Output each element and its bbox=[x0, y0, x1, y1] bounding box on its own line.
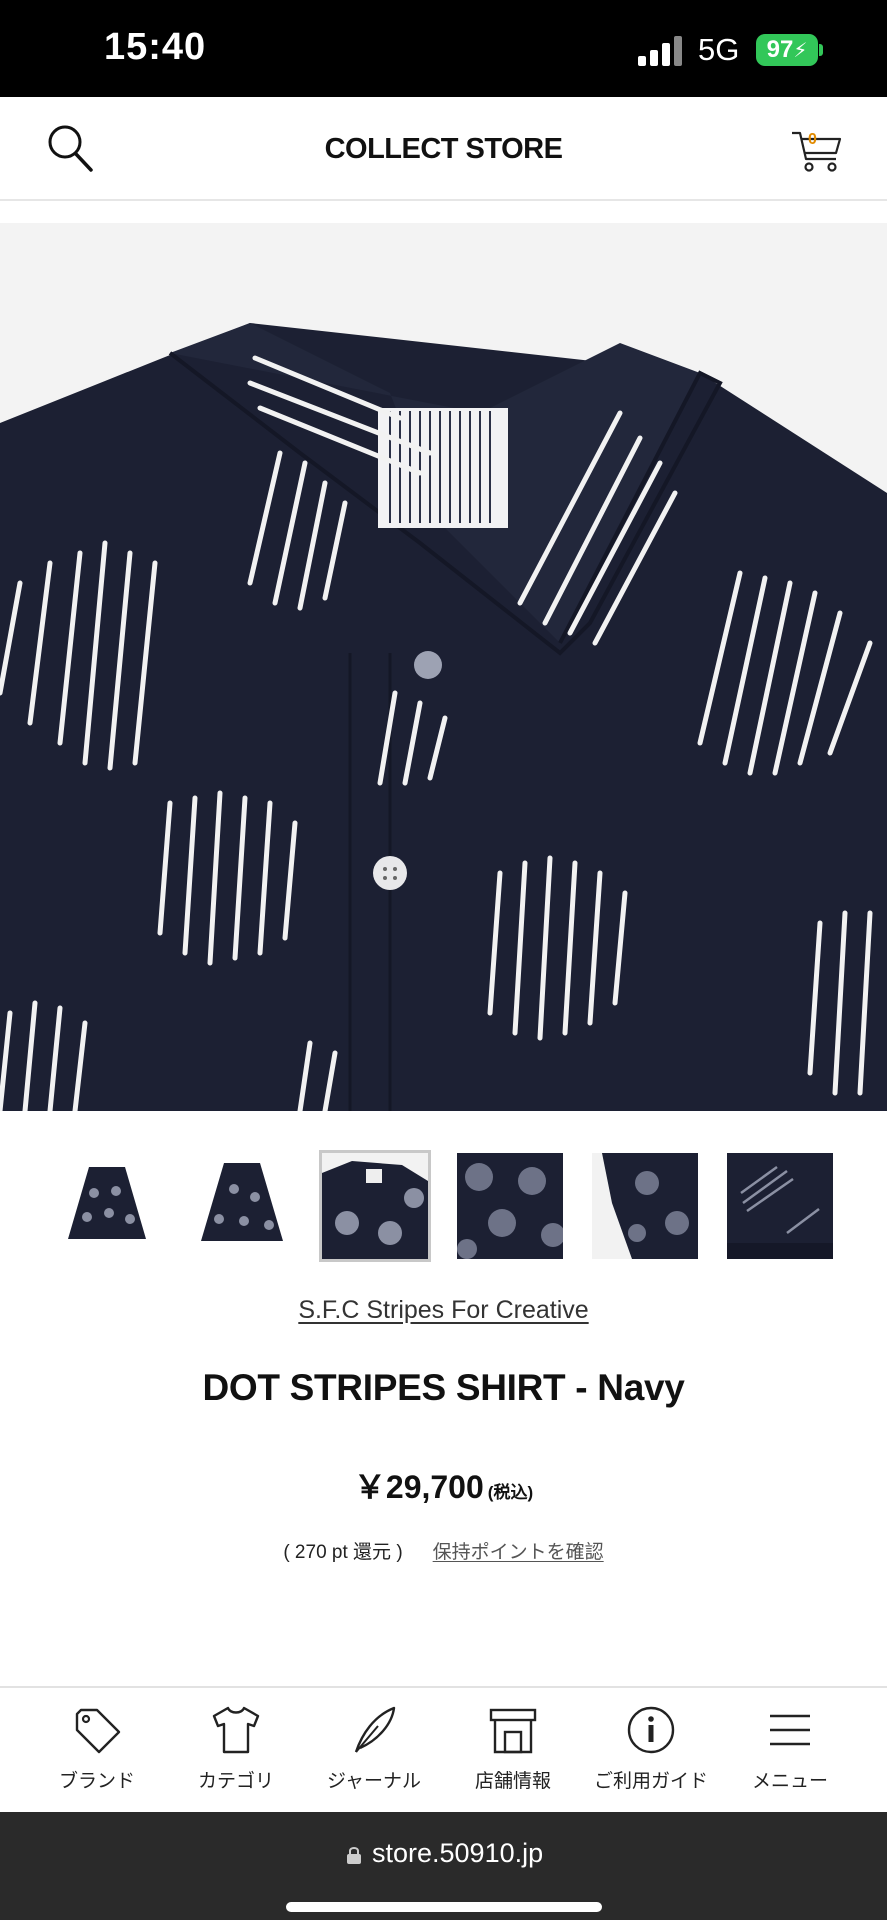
nav-store-info[interactable]: 店舗情報 bbox=[443, 1688, 583, 1814]
battery-level: 97 bbox=[766, 36, 794, 63]
status-time: 15:40 bbox=[104, 26, 207, 68]
battery-tip bbox=[819, 44, 823, 56]
price-amount: ￥29,700 bbox=[353, 1469, 484, 1505]
battery-icon: 97 ⚡ bbox=[756, 34, 818, 66]
site-header: COLLECT STORE 0 bbox=[0, 97, 887, 201]
nav-label: カテゴリ bbox=[197, 1771, 274, 1792]
browser-url-bar[interactable]: store.50910.jp bbox=[0, 1812, 887, 1920]
thumbnail-6[interactable] bbox=[727, 1153, 833, 1259]
nav-label: ご利用ガイド bbox=[593, 1771, 708, 1792]
nav-menu[interactable]: メニュー bbox=[720, 1688, 860, 1814]
network-type: 5G bbox=[698, 32, 740, 67]
feather-pen-icon bbox=[354, 1706, 396, 1753]
points-earned: ( 270 pt 還元 ) bbox=[283, 1542, 403, 1563]
nav-brand[interactable]: ブランド bbox=[27, 1688, 167, 1814]
hamburger-menu-icon bbox=[770, 1714, 810, 1746]
thumbnail-2[interactable] bbox=[189, 1153, 295, 1259]
thumbnail-4[interactable] bbox=[457, 1153, 563, 1259]
thumbnail-3-selected[interactable] bbox=[319, 1150, 431, 1262]
bottom-navigation: ブランド カテゴリ ジャーナル 店舗情報 ご利用ガイド メニュー bbox=[0, 1686, 887, 1812]
store-icon bbox=[489, 1708, 537, 1754]
status-bar: 15:40 5G 97 ⚡ bbox=[0, 0, 887, 97]
tag-icon bbox=[75, 1708, 121, 1754]
brand-link[interactable]: S.F.C Stripes For Creative bbox=[0, 1296, 887, 1325]
points-info: ( 270 pt 還元 ) 保持ポイントを確認 bbox=[0, 1537, 887, 1564]
nav-label: ブランド bbox=[58, 1771, 135, 1792]
info-icon bbox=[627, 1706, 675, 1754]
shirt-photo bbox=[0, 223, 887, 1111]
nav-label: ジャーナル bbox=[326, 1771, 422, 1792]
product-main-image[interactable] bbox=[0, 223, 887, 1111]
lock-icon bbox=[347, 1847, 361, 1864]
nav-label: メニュー bbox=[751, 1771, 828, 1792]
cart-icon[interactable] bbox=[790, 125, 844, 175]
home-indicator[interactable] bbox=[286, 1902, 602, 1912]
product-name: DOT STRIPES SHIRT - Navy bbox=[202, 1367, 685, 1408]
thumbnail-strip bbox=[0, 1150, 887, 1265]
store-logo-title[interactable]: COLLECT STORE bbox=[0, 97, 887, 201]
cart-count-badge: 0 bbox=[808, 131, 817, 148]
nav-guide[interactable]: ご利用ガイド bbox=[581, 1688, 721, 1814]
url-text[interactable]: store.50910.jp bbox=[372, 1838, 543, 1869]
nav-journal[interactable]: ジャーナル bbox=[304, 1688, 444, 1814]
nav-category[interactable]: カテゴリ bbox=[166, 1688, 306, 1814]
signal-icon bbox=[638, 36, 682, 66]
check-points-link[interactable]: 保持ポイントを確認 bbox=[433, 1542, 604, 1563]
product-price: ￥29,700 (税込) bbox=[0, 1462, 887, 1508]
tshirt-icon bbox=[212, 1706, 260, 1754]
thumbnail-1[interactable] bbox=[54, 1153, 160, 1259]
search-icon[interactable] bbox=[46, 123, 94, 173]
tax-note: (税込) bbox=[487, 1483, 534, 1502]
thumbnail-5[interactable] bbox=[592, 1153, 698, 1259]
nav-label: 店舗情報 bbox=[474, 1771, 551, 1792]
